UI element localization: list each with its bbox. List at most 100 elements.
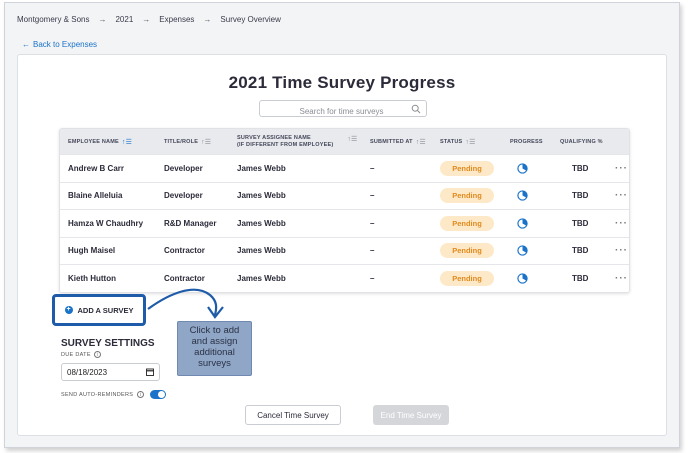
cell-qualifying: TBD	[572, 218, 589, 228]
info-icon[interactable]: i	[93, 351, 101, 358]
sort-icon[interactable]: ↑☰	[201, 138, 211, 146]
status-badge: Pending	[440, 215, 494, 231]
cell-submitted-at: –	[370, 191, 375, 201]
calendar-icon[interactable]	[146, 368, 154, 376]
add-survey-button[interactable]: + ADD A SURVEY	[52, 294, 146, 326]
header-status[interactable]: STATUS ↑☰	[440, 138, 476, 146]
more-options-icon[interactable]: ···	[615, 245, 628, 256]
header-label: EMPLOYEE NAME	[68, 138, 119, 145]
table-row[interactable]: Kieth Hutton Contractor James Webb – Pen…	[60, 264, 629, 292]
due-date-value: 08/18/2023	[67, 367, 108, 377]
search-icon[interactable]	[411, 104, 421, 114]
header-label: TITLE/ROLE	[164, 138, 199, 145]
survey-settings-title: SURVEY SETTINGS	[61, 338, 155, 349]
header-sublabel: (IF DIFFERENT FROM EMPLOYEE)	[237, 141, 334, 148]
end-survey-button[interactable]: End Time Survey	[373, 405, 449, 425]
back-arrow-icon: ←	[22, 40, 30, 49]
status-badge: Pending	[440, 188, 494, 204]
header-label: STATUS	[440, 138, 463, 145]
table-row[interactable]: Blaine Alleluia Developer James Webb – P…	[60, 181, 629, 209]
header-assignee[interactable]: SURVEY ASSIGNEE NAME (IF DIFFERENT FROM …	[237, 135, 358, 149]
cell-employee-name: Kieth Hutton	[68, 273, 116, 283]
cell-submitted-at: –	[370, 273, 375, 283]
sort-icon[interactable]: ↑☰	[347, 135, 357, 143]
cell-assignee: James Webb	[237, 218, 286, 228]
cell-assignee: James Webb	[237, 273, 286, 283]
info-icon[interactable]: i	[137, 391, 145, 398]
cancel-survey-button[interactable]: Cancel Time Survey	[245, 405, 341, 425]
table-header-row: EMPLOYEE NAME ↑☰ TITLE/ROLE ↑☰ SURVEY AS…	[60, 129, 629, 154]
cell-status: Pending	[440, 215, 494, 231]
cell-title-role: Developer	[164, 163, 203, 173]
cell-assignee: James Webb	[237, 191, 286, 201]
header-title-role[interactable]: TITLE/ROLE ↑☰	[164, 138, 211, 146]
auto-reminders-label: SEND AUTO-REMINDERS	[61, 391, 134, 398]
cell-title-role: R&D Manager	[164, 218, 217, 228]
back-to-expenses-link[interactable]: ← Back to Expenses	[22, 40, 97, 49]
cell-qualifying: TBD	[572, 191, 589, 201]
cell-assignee: James Webb	[237, 246, 286, 256]
breadcrumb-item-company[interactable]: Montgomery & Sons	[17, 15, 89, 24]
breadcrumb-item-year[interactable]: 2021	[115, 15, 133, 24]
cell-submitted-at: –	[370, 163, 375, 173]
auto-reminders-row: SEND AUTO-REMINDERS i	[61, 390, 167, 399]
cell-employee-name: Blaine Alleluia	[68, 191, 123, 201]
cell-progress	[517, 163, 528, 174]
header-employee-name[interactable]: EMPLOYEE NAME ↑☰	[68, 138, 132, 146]
callout-line: Click to add	[189, 325, 240, 336]
header-label: QUALIFYING %	[560, 138, 603, 145]
cell-progress	[517, 273, 528, 284]
search-box[interactable]	[259, 100, 427, 119]
survey-card: 2021 Time Survey Progress EMPLOYEE NAME …	[17, 54, 667, 436]
status-badge: Pending	[440, 270, 494, 286]
progress-pie-icon	[517, 218, 528, 229]
cell-progress	[517, 218, 528, 229]
cell-status: Pending	[440, 160, 494, 176]
add-survey-label: ADD A SURVEY	[77, 305, 134, 315]
more-options-icon[interactable]: ···	[615, 218, 628, 229]
status-badge: Pending	[440, 160, 494, 176]
search-input[interactable]	[260, 104, 405, 119]
survey-table: EMPLOYEE NAME ↑☰ TITLE/ROLE ↑☰ SURVEY AS…	[59, 128, 630, 293]
more-options-icon[interactable]: ···	[615, 190, 628, 201]
header-label: SUBMITTED AT	[370, 138, 413, 145]
cell-assignee: James Webb	[237, 163, 286, 173]
breadcrumb-separator-icon: →	[203, 15, 212, 24]
callout-line: additional	[194, 347, 235, 358]
due-date-text: DUE DATE	[61, 351, 91, 358]
header-qualifying: QUALIFYING %	[560, 139, 603, 145]
cell-qualifying: TBD	[572, 246, 589, 256]
table-row[interactable]: Andrew B Carr Developer James Webb – Pen…	[60, 154, 629, 182]
page-title: 2021 Time Survey Progress	[228, 73, 456, 92]
progress-pie-icon	[517, 245, 528, 256]
due-date-label: DUE DATE i	[61, 351, 101, 358]
sort-active-icon[interactable]: ↑☰	[122, 138, 132, 146]
breadcrumb-separator-icon: →	[98, 15, 107, 24]
header-label: PROGRESS	[510, 138, 543, 145]
app-frame: Montgomery & Sons → 2021 → Expenses → Su…	[4, 2, 680, 448]
cell-status: Pending	[440, 188, 494, 204]
cell-progress	[517, 245, 528, 256]
cell-submitted-at: –	[370, 246, 375, 256]
breadcrumb-separator-icon: →	[142, 15, 151, 24]
cell-title-role: Contractor	[164, 273, 205, 283]
progress-pie-icon	[517, 273, 528, 284]
breadcrumb-item-expenses[interactable]: Expenses	[159, 15, 194, 24]
header-submitted-at[interactable]: SUBMITTED AT ↑☰	[370, 138, 426, 146]
table-row[interactable]: Hamza W Chaudhry R&D Manager James Webb …	[60, 209, 629, 237]
sort-icon[interactable]: ↑☰	[465, 138, 475, 146]
table-row[interactable]: Hugh Maisel Contractor James Webb – Pend…	[60, 236, 629, 264]
cell-employee-name: Andrew B Carr	[68, 163, 125, 173]
cell-title-role: Contractor	[164, 246, 205, 256]
sort-icon[interactable]: ↑☰	[416, 138, 426, 146]
progress-pie-icon	[517, 190, 528, 201]
more-options-icon[interactable]: ···	[615, 273, 628, 284]
cell-status: Pending	[440, 270, 494, 286]
auto-reminders-toggle[interactable]	[150, 390, 167, 399]
due-date-input[interactable]: 08/18/2023	[61, 363, 160, 381]
cell-status: Pending	[440, 243, 494, 259]
header-progress: PROGRESS	[510, 139, 543, 145]
more-options-icon[interactable]: ···	[615, 163, 628, 174]
status-badge: Pending	[440, 243, 494, 259]
header-label: SURVEY ASSIGNEE NAME	[237, 134, 311, 141]
